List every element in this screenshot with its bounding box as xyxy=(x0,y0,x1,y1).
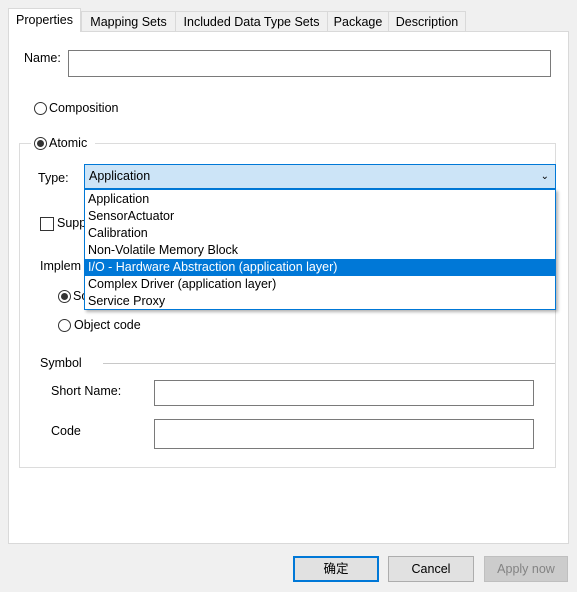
tab-properties[interactable]: Properties xyxy=(8,8,81,32)
code-label: Code xyxy=(51,424,81,438)
atomic-radio[interactable] xyxy=(34,137,47,150)
symbol-divider xyxy=(103,363,555,364)
type-option[interactable]: Complex Driver (application layer) xyxy=(85,276,555,293)
implementation-label: Implem xyxy=(40,259,81,273)
type-combobox[interactable]: Application ⌄ xyxy=(84,164,556,189)
supports-checkbox[interactable] xyxy=(40,217,54,231)
type-option[interactable]: Service Proxy xyxy=(85,293,555,310)
type-option[interactable]: Non-Volatile Memory Block xyxy=(85,242,555,259)
object-code-label: Object code xyxy=(74,318,141,332)
short-name-label: Short Name: xyxy=(51,384,122,398)
composition-radio[interactable] xyxy=(34,102,47,115)
symbol-section-title: Symbol xyxy=(40,356,82,370)
tab-mapping-sets[interactable]: Mapping Sets xyxy=(81,11,176,31)
type-label: Type: xyxy=(38,171,69,185)
tab-included-data-type-sets[interactable]: Included Data Type Sets xyxy=(175,11,328,31)
atomic-label: Atomic xyxy=(49,136,88,150)
type-option[interactable]: Calibration xyxy=(85,225,555,242)
type-option[interactable]: Application xyxy=(85,191,555,208)
tab-description[interactable]: Description xyxy=(388,11,466,31)
source-code-radio[interactable] xyxy=(58,290,71,303)
name-label: Name: xyxy=(24,51,61,65)
type-option-highlighted[interactable]: I/O - Hardware Abstraction (application … xyxy=(85,259,555,276)
tab-package[interactable]: Package xyxy=(327,11,389,31)
code-input[interactable] xyxy=(154,419,534,449)
supports-label: Supp xyxy=(57,216,87,230)
chevron-down-icon[interactable]: ⌄ xyxy=(541,165,549,188)
ok-button[interactable]: 确定 xyxy=(293,556,379,582)
composition-label: Composition xyxy=(49,101,119,115)
type-dropdown-list[interactable]: Application SensorActuator Calibration N… xyxy=(84,189,556,310)
short-name-input[interactable] xyxy=(154,380,534,406)
cancel-button[interactable]: Cancel xyxy=(388,556,474,582)
type-selected-value: Application xyxy=(89,169,151,183)
apply-now-button: Apply now xyxy=(484,556,568,582)
name-input[interactable] xyxy=(68,50,551,77)
type-option[interactable]: SensorActuator xyxy=(85,208,555,225)
object-code-radio[interactable] xyxy=(58,319,71,332)
